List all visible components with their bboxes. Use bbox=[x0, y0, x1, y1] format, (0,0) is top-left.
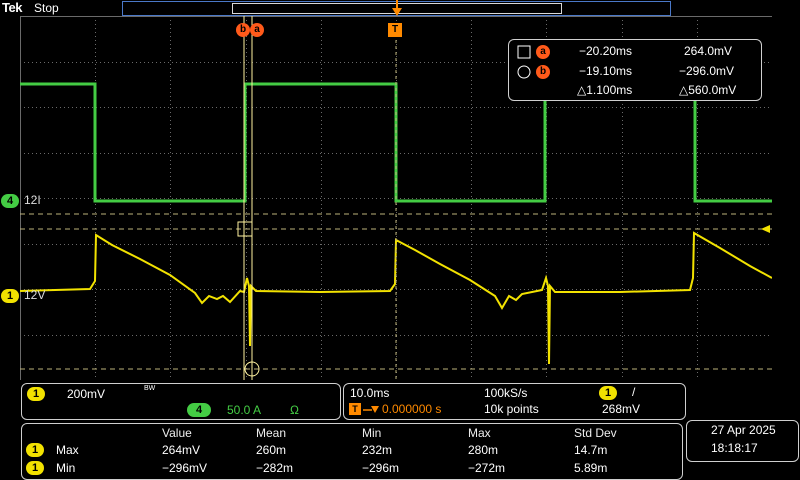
ch1-indicator[interactable]: 1 bbox=[1, 289, 19, 303]
channel-scale-panel[interactable]: 1 200mV BW 4 50.0 A Ω bbox=[21, 383, 341, 420]
trigger-level-arrow-icon bbox=[761, 225, 770, 233]
meas-row-min-name: Min bbox=[56, 461, 76, 475]
ch4-indicator[interactable]: 4 bbox=[1, 194, 19, 208]
cursor-delta-time: △1.100ms bbox=[577, 83, 633, 97]
datetime-panel: 27 Apr 2025 18:18:17 bbox=[686, 420, 799, 462]
run-state-label[interactable]: Stop bbox=[34, 1, 59, 15]
col-value-header: Value bbox=[162, 426, 192, 440]
time-label: 18:18:17 bbox=[711, 441, 758, 455]
trigger-marker[interactable]: T bbox=[388, 23, 402, 37]
ch4-label: 12I bbox=[24, 193, 41, 207]
col-stddev-header: Std Dev bbox=[574, 426, 617, 440]
ch1-scale: 200mV bbox=[67, 387, 106, 401]
readout-b-marker: b bbox=[536, 65, 550, 79]
meas-row-min-channel: 1 bbox=[26, 461, 44, 475]
col-mean-header: Mean bbox=[256, 426, 287, 440]
cursor-a-value: 264.0mV bbox=[684, 44, 733, 58]
readout-a-marker: a bbox=[536, 45, 550, 59]
ch1-label: 12V bbox=[24, 288, 46, 302]
cursor-a-marker[interactable]: a bbox=[250, 23, 264, 37]
record-length: 10k points bbox=[484, 402, 539, 416]
cursor-b-time: −19.10ms bbox=[579, 64, 633, 78]
trigger-level: 268mV bbox=[602, 402, 641, 416]
ch4-badge: 4 bbox=[187, 403, 211, 417]
trigger-delay: 0.000000 s bbox=[382, 402, 442, 416]
meas-min-max: −272m bbox=[468, 461, 506, 475]
col-min-header: Min bbox=[362, 426, 382, 440]
ch4-scale: 50.0 A bbox=[227, 403, 262, 417]
cursor-b-marker[interactable]: b bbox=[236, 23, 250, 37]
meas-min-min: −296m bbox=[362, 461, 400, 475]
meas-min-mean: −282m bbox=[256, 461, 294, 475]
bandwidth-limit-flag: BW bbox=[144, 385, 156, 392]
meas-min-stddev: 5.89m bbox=[574, 461, 608, 475]
sample-rate: 100kS/s bbox=[484, 386, 528, 400]
meas-max-min: 232m bbox=[362, 443, 393, 457]
ch1-badge: 1 bbox=[27, 387, 45, 401]
acquisition-panel[interactable]: 10.0ms 100kS/s 1 / T 0.000000 s 10k poin… bbox=[343, 383, 686, 420]
trigger-delay-badge: T bbox=[349, 403, 361, 415]
date-label: 27 Apr 2025 bbox=[711, 423, 776, 437]
meas-max-value: 264mV bbox=[162, 443, 201, 457]
meas-max-mean: 260m bbox=[256, 443, 287, 457]
meas-row-max-name: Max bbox=[56, 443, 79, 457]
measurements-panel[interactable]: Value Mean Min Max Std Dev 1 Max 264mV 2… bbox=[21, 423, 683, 480]
trigger-arrow-icon bbox=[363, 406, 379, 413]
cursor-a-square-icon bbox=[517, 45, 531, 59]
meas-max-max: 280m bbox=[468, 443, 499, 457]
cursor-readout-panel: a −20.20ms 264.0mV b −19.10ms −296.0mV △… bbox=[508, 39, 762, 101]
trigger-source-badge: 1 bbox=[599, 386, 617, 400]
meas-row-max-channel: 1 bbox=[26, 443, 44, 457]
ch4-unit: Ω bbox=[290, 403, 299, 417]
cursor-b-value: −296.0mV bbox=[679, 64, 735, 78]
cursor-b-circle-icon bbox=[517, 65, 531, 79]
brand-logo: Tek bbox=[2, 0, 22, 15]
cursor-a-time: −20.20ms bbox=[579, 44, 633, 58]
col-max-header: Max bbox=[468, 426, 491, 440]
meas-min-value: −296mV bbox=[162, 461, 208, 475]
trigger-slope-icon: / bbox=[632, 385, 636, 399]
timebase: 10.0ms bbox=[350, 386, 390, 400]
meas-max-stddev: 14.7m bbox=[574, 443, 608, 457]
cursor-delta-value: △560.0mV bbox=[679, 83, 737, 97]
